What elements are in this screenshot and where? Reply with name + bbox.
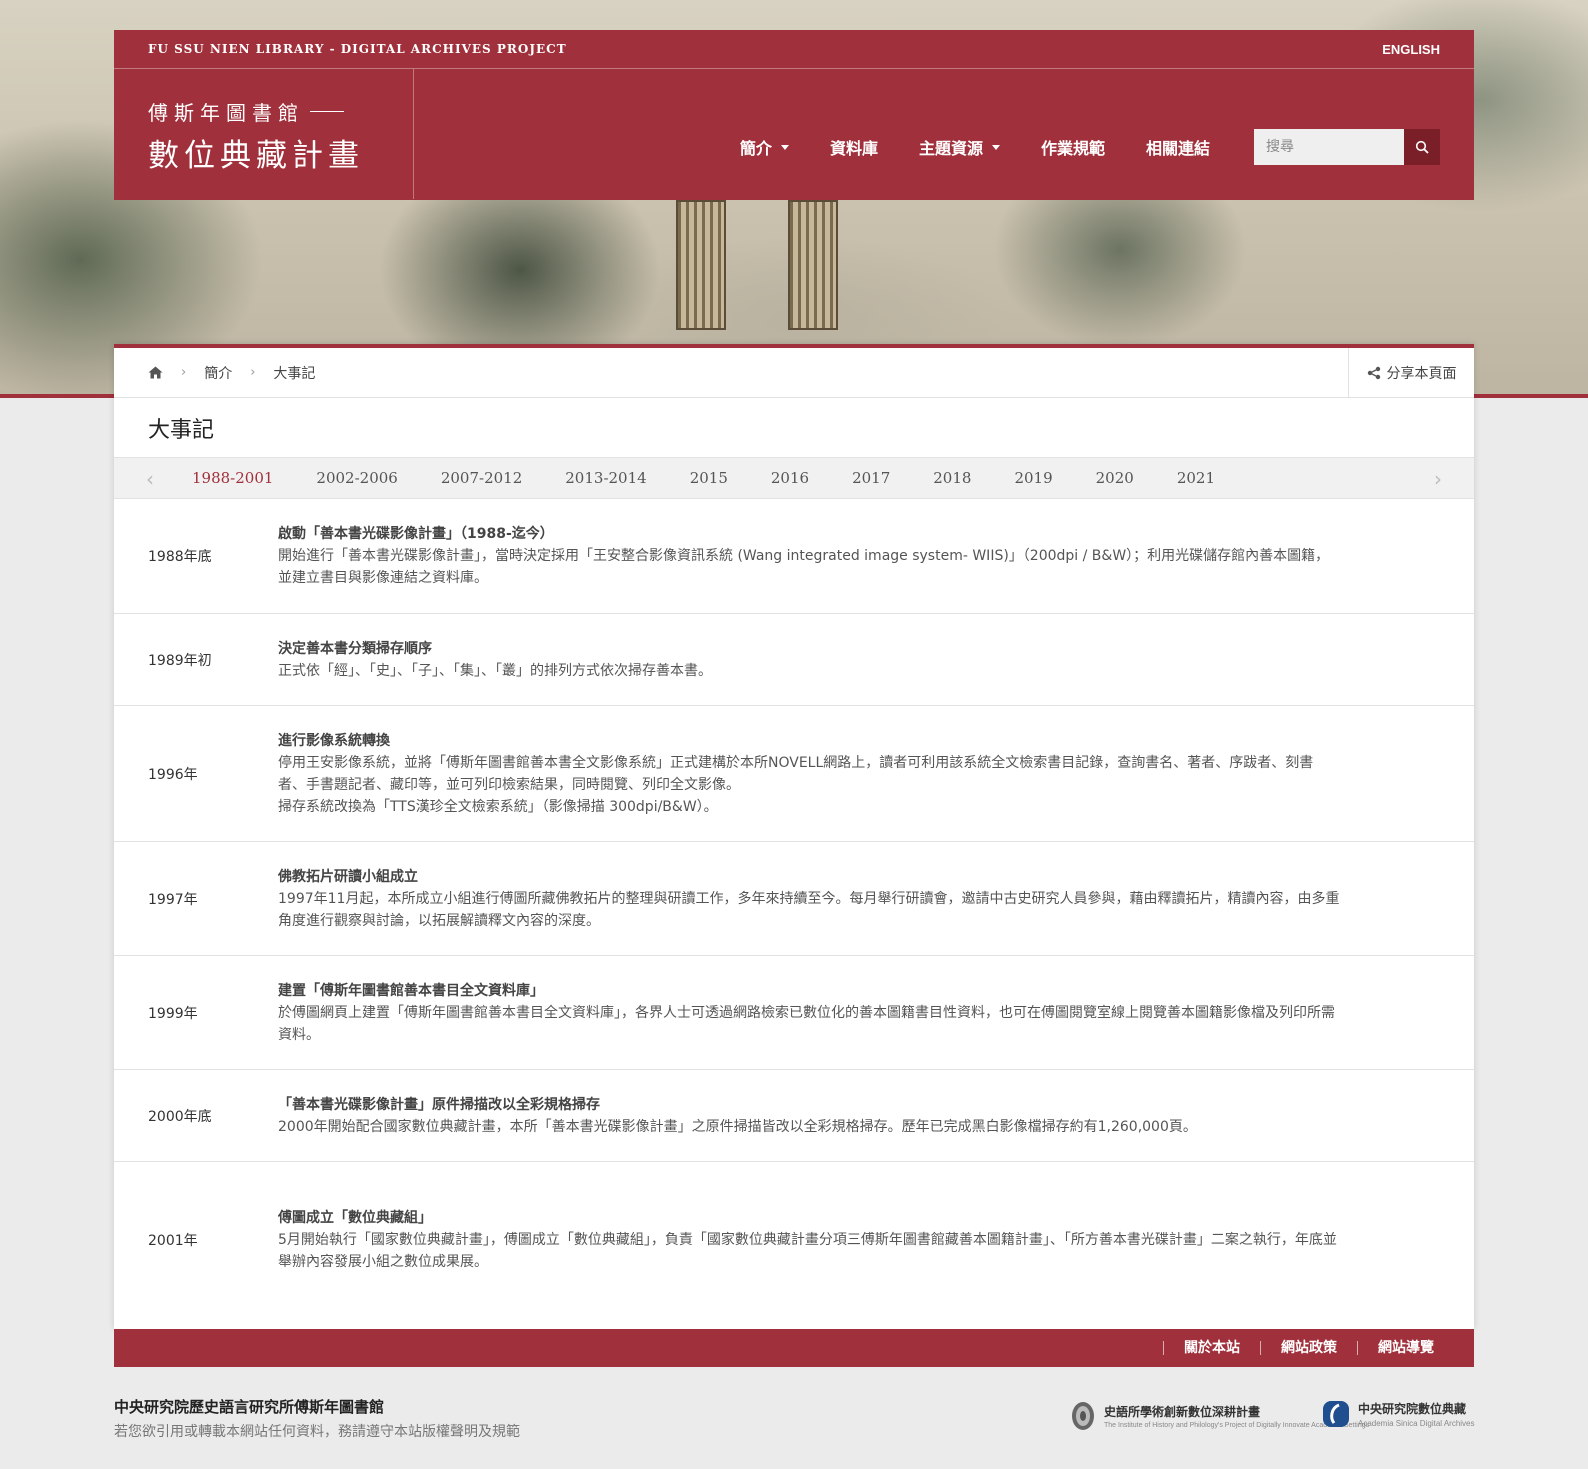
- timeline-entry: 1989年初 決定善本書分類掃存順序 正式依「經」、「史」、「子」、「集」、「叢…: [114, 614, 1474, 706]
- page-title: 大事記: [114, 398, 1474, 458]
- entry-text: 5月開始執行「國家數位典藏計畫」，傅圖成立「數位典藏組」，負責「國家數位典藏計畫…: [278, 1232, 1337, 1270]
- timeline-entry: 2000年底 「善本書光碟影像計畫」原件掃描改以全彩規格掃存 2000年開始配合…: [114, 1070, 1474, 1162]
- caret-down-icon: [780, 144, 789, 150]
- entry-year: 1988年底: [148, 549, 212, 565]
- tab-2013-2014[interactable]: 2013-2014: [565, 469, 646, 487]
- entry-text: 正式依「經」、「史」、「子」、「集」、「叢」的排列方式依次掃存善本書。: [278, 662, 712, 679]
- entry-text: 2000年開始配合國家數位典藏計畫，本所「善本書光碟影像計畫」之原件掃描皆改以全…: [278, 1118, 1197, 1135]
- share-label: 分享本頁面: [1386, 366, 1457, 382]
- tab-2002-2006[interactable]: 2002-2006: [316, 469, 397, 487]
- search-box: [1254, 129, 1440, 165]
- nav-intro[interactable]: 簡介: [740, 135, 789, 159]
- year-tabs: ‹ 1988-2001 2002-2006 2007-2012 2013-201…: [114, 458, 1474, 499]
- asda-logo-icon: [1323, 1401, 1349, 1427]
- entry-year: 1996年: [148, 766, 198, 783]
- entry-heading: 進行影像系統轉換: [278, 732, 390, 749]
- entry-heading: 「善本書光碟影像計畫」原件掃描改以全彩規格掃存: [278, 1096, 600, 1113]
- entry-text: 掃存系統改換為「TTS漢珍全文檢索系統」（影像掃描 300dpi/B&W）。: [278, 798, 718, 815]
- search-button[interactable]: [1404, 129, 1440, 165]
- chevron-right-icon: ›: [181, 365, 187, 380]
- nav-database[interactable]: 資料庫: [830, 135, 878, 159]
- share-icon: [1367, 366, 1380, 380]
- timeline-entry: 1996年 進行影像系統轉換 停用王安影像系統，並將「傅斯年圖書館善本書全文影像…: [114, 706, 1474, 842]
- hero-door-right: [788, 200, 838, 330]
- tab-2020[interactable]: 2020: [1096, 469, 1134, 487]
- breadcrumb-item-intro[interactable]: 簡介: [204, 363, 232, 383]
- partner-asda-sub: Academia Sinica Digital Archives: [1358, 1419, 1475, 1428]
- chevron-right-icon: ›: [250, 365, 256, 380]
- entry-text: 開始進行「善本書光碟影像計畫」，當時決定採用「王安整合影像資訊系統 (Wang …: [278, 548, 1330, 586]
- entry-text: 1997年11月起，本所成立小組進行傅圖所藏佛教拓片的整理與研讀工作，多年來持續…: [278, 890, 1340, 929]
- footer-org-name: 中央研究院歷史語言研究所傅斯年圖書館: [114, 1398, 385, 1416]
- ihp-seal-icon: [1072, 1402, 1094, 1430]
- caret-down-icon: [991, 144, 1000, 150]
- entry-year: 1999年: [148, 1005, 198, 1022]
- tab-2019[interactable]: 2019: [1014, 469, 1052, 487]
- nav-guidelines[interactable]: 作業規範: [1041, 135, 1105, 159]
- english-link[interactable]: ENGLISH: [1382, 42, 1440, 57]
- breadcrumb: › 簡介 › 大事記 分享本頁面: [114, 348, 1474, 398]
- entry-heading: 傅圖成立「數位典藏組」: [278, 1210, 432, 1226]
- logo-line2: 數位典藏計畫: [148, 138, 364, 174]
- entry-heading: 佛教拓片研讀小組成立: [278, 868, 418, 885]
- timeline-entry: 2001年 傅圖成立「數位典藏組」 5月開始執行「國家數位典藏計畫」，傅圖成立「…: [114, 1162, 1474, 1318]
- search-input[interactable]: [1254, 129, 1404, 165]
- logo-line1: 傅斯年圖書館: [148, 101, 304, 125]
- entry-year: 1989年初: [148, 652, 212, 669]
- footer-link-sitemap[interactable]: 網站導覽: [1357, 1341, 1454, 1355]
- site-header: FU SSU NIEN LIBRARY - DIGITAL ARCHIVES P…: [114, 30, 1474, 200]
- chevron-left-icon[interactable]: ‹: [130, 458, 170, 499]
- chevron-right-icon[interactable]: ›: [1418, 458, 1458, 499]
- timeline-entry: 1988年底 啟動「善本書光碟影像計畫」（1988-迄今） 開始進行「善本書光碟…: [114, 499, 1474, 614]
- footer-links-bar: 關於本站 網站政策 網站導覽: [114, 1329, 1474, 1367]
- project-label: FU SSU NIEN LIBRARY - DIGITAL ARCHIVES P…: [148, 42, 567, 56]
- entry-heading: 決定善本書分類掃存順序: [278, 640, 432, 657]
- home-icon: [148, 366, 163, 379]
- tab-2018[interactable]: 2018: [933, 469, 971, 487]
- tab-2017[interactable]: 2017: [852, 469, 890, 487]
- nav-links[interactable]: 相關連結: [1146, 135, 1210, 159]
- search-icon: [1415, 140, 1429, 154]
- header-topbar: FU SSU NIEN LIBRARY - DIGITAL ARCHIVES P…: [114, 30, 1474, 69]
- entry-heading: 啟動「善本書光碟影像計畫」（1988-迄今）: [278, 526, 554, 542]
- footer-link-policy[interactable]: 網站政策: [1260, 1341, 1357, 1355]
- tab-1988-2001[interactable]: 1988-2001: [192, 469, 273, 487]
- entry-text: 於傅圖網頁上建置「傅斯年圖書館善本書目全文資料庫」，各界人士可透過網路檢索已數位…: [278, 1004, 1335, 1043]
- timeline-entry: 1997年 佛教拓片研讀小組成立 1997年11月起，本所成立小組進行傅圖所藏佛…: [114, 842, 1474, 956]
- tab-2007-2012[interactable]: 2007-2012: [441, 469, 522, 487]
- timeline-entry: 1999年 建置「傅斯年圖書館善本書目全文資料庫」 於傅圖網頁上建置「傅斯年圖書…: [114, 956, 1474, 1070]
- main-nav: 簡介 資料庫 主題資源 作業規範 相關連結: [414, 69, 1474, 199]
- site-logo[interactable]: 傅斯年圖書館 數位典藏計畫: [114, 69, 414, 199]
- content-panel: › 簡介 › 大事記 分享本頁面 大事記 ‹ 1988-2001 2002-20…: [114, 344, 1474, 1329]
- tab-2015[interactable]: 2015: [690, 469, 728, 487]
- footer-copyright-note[interactable]: 若您欲引用或轉載本網站任何資料，務請遵守本站版權聲明及規範: [114, 1421, 520, 1441]
- nav-topics[interactable]: 主題資源: [919, 135, 1000, 159]
- tab-2016[interactable]: 2016: [771, 469, 809, 487]
- share-button[interactable]: 分享本頁面: [1348, 348, 1474, 398]
- breadcrumb-item-current: 大事記: [273, 365, 316, 382]
- entry-year: 2001年: [148, 1233, 198, 1249]
- footer-link-about[interactable]: 關於本站: [1163, 1341, 1260, 1355]
- partner-logo-asda[interactable]: 中央研究院數位典藏 Academia Sinica Digital Archiv…: [1322, 1400, 1475, 1428]
- hero-door-left: [676, 200, 726, 330]
- entry-year: 1997年: [148, 891, 198, 908]
- tab-2021[interactable]: 2021: [1177, 469, 1215, 487]
- entry-text: 停用王安影像系統，並將「傅斯年圖書館善本書全文影像系統」正式建構於本所NOVEL…: [278, 754, 1314, 793]
- partner-asda-name: 中央研究院數位典藏: [1358, 1402, 1467, 1416]
- breadcrumb-home[interactable]: [148, 366, 163, 379]
- entry-year: 2000年底: [148, 1108, 212, 1125]
- entry-heading: 建置「傅斯年圖書館善本書目全文資料庫」: [278, 982, 544, 999]
